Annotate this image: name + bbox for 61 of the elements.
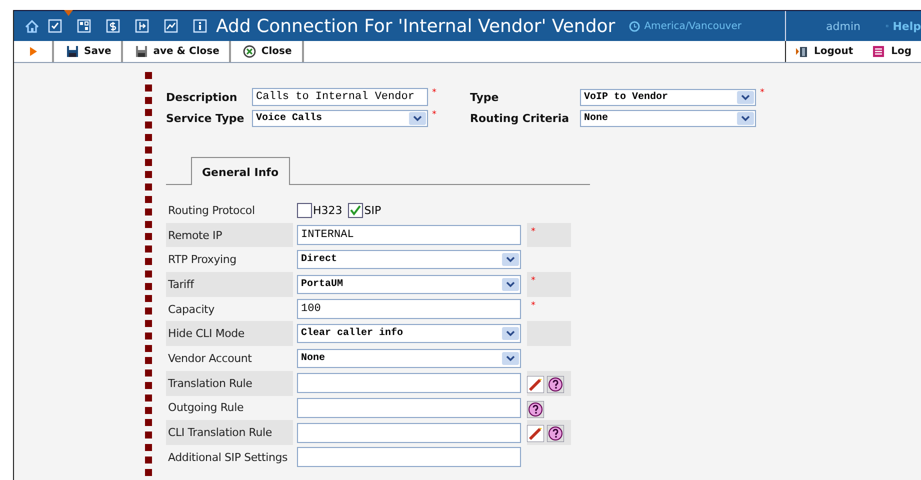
field-label: Tariff — [166, 272, 293, 297]
list-icon — [872, 45, 886, 58]
pin-arrow-icon — [64, 10, 73, 16]
help-link[interactable]: Help — [892, 20, 921, 32]
checkbox-label: SIP — [364, 204, 382, 217]
required-mark: * — [432, 88, 438, 98]
field-label: Vendor Account — [167, 350, 253, 367]
wand-icon[interactable] — [527, 376, 544, 393]
field-label: CLI Translation Rule — [166, 420, 293, 445]
grid-icon[interactable] — [77, 19, 91, 33]
field-label: Hide CLI Mode — [166, 321, 293, 346]
page-title: Add Connection For 'Internal Vendor' Vendor — [216, 16, 616, 36]
info-icon[interactable] — [193, 19, 207, 33]
timezone-link[interactable]: America/Vancouver — [644, 20, 742, 32]
input-field[interactable] — [297, 447, 521, 468]
required-mark: * — [531, 276, 536, 286]
checkbox-label: H323 — [313, 204, 342, 217]
wand-icon[interactable] — [527, 425, 544, 442]
field-label: Capacity — [167, 302, 216, 318]
field-label: Routing Protocol — [167, 202, 256, 219]
field-label: Remote IP — [166, 222, 293, 248]
dropdown[interactable]: PortaUM — [297, 274, 521, 294]
field-label: RTP Proxying — [167, 252, 238, 268]
required-mark: * — [531, 300, 536, 311]
dropdown[interactable]: Direct — [297, 250, 521, 270]
close-icon — [243, 45, 256, 58]
play-icon[interactable] — [30, 47, 36, 56]
home-icon[interactable] — [25, 19, 39, 33]
checkbox-icon[interactable] — [48, 19, 62, 33]
required-mark: * — [760, 88, 766, 98]
save-icon — [135, 45, 148, 58]
field-label: Type — [470, 90, 500, 104]
checkbox[interactable] — [297, 202, 312, 218]
input-field[interactable]: INTERNAL — [297, 225, 521, 246]
required-mark: * — [531, 226, 536, 237]
field-label: Description — [166, 90, 238, 104]
door-icon — [795, 45, 808, 58]
dropdown[interactable]: VoIP to Vendor — [580, 88, 756, 106]
save-icon — [66, 45, 79, 58]
field-label: Routing Criteria — [470, 112, 570, 125]
dollar-icon[interactable] — [106, 19, 120, 33]
chart-icon[interactable] — [164, 19, 178, 33]
field-label: Translation Rule — [166, 370, 293, 396]
input-field[interactable] — [297, 373, 521, 394]
required-mark: * — [432, 110, 438, 120]
input-field[interactable]: 100 — [297, 299, 521, 320]
dropdown[interactable]: Voice Calls — [252, 110, 428, 127]
clock-icon — [629, 20, 640, 32]
dropdown[interactable]: None — [580, 110, 756, 127]
input-field[interactable] — [297, 398, 521, 418]
field-label: Service Type — [166, 112, 246, 125]
check-icon — [350, 204, 362, 216]
dropdown[interactable]: None — [297, 348, 521, 368]
field-label: Additional SIP Settings — [167, 450, 289, 466]
field-label: Outgoing Rule — [167, 400, 245, 416]
checkbox[interactable] — [348, 202, 364, 218]
user-name: admin — [826, 20, 860, 32]
input-field[interactable]: Calls to Internal Vendor — [252, 88, 428, 106]
input-field[interactable] — [297, 422, 521, 443]
dropdown[interactable]: Clear caller info — [297, 324, 521, 344]
tab[interactable]: General Info — [191, 157, 290, 185]
